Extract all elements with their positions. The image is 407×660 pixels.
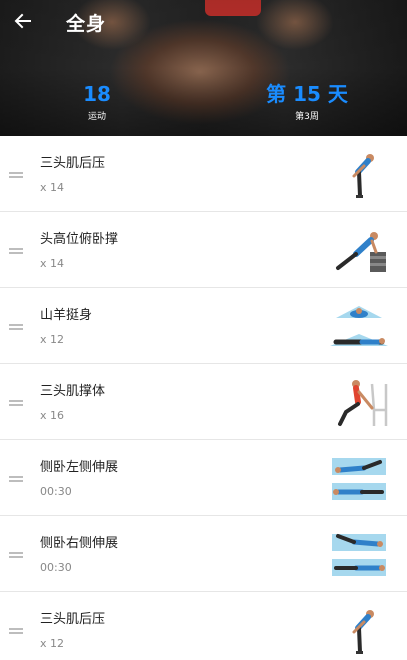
arrow-left-icon	[14, 13, 31, 29]
header-banner: 全身 18 运动 第 15 天 第3周	[0, 0, 407, 136]
exercise-name: 侧卧左侧伸展	[40, 460, 119, 475]
side-stretch-figure-icon	[332, 534, 386, 576]
day-stat: 第 15 天 第3周	[262, 82, 352, 122]
exercise-name: 头高位俯卧撑	[40, 232, 119, 247]
exercise-row[interactable]: 山羊挺身 x 12	[0, 288, 407, 364]
exercise-row[interactable]: 侧卧左侧伸展 00:30	[0, 440, 407, 516]
side-stretch-figure-icon	[332, 458, 386, 500]
exercise-count: x 14	[40, 181, 65, 194]
page-title: 全身	[66, 13, 107, 35]
drag-handle-icon[interactable]	[9, 628, 23, 634]
drag-handle-icon[interactable]	[9, 172, 23, 178]
week-label: 第3周	[295, 112, 319, 122]
exercise-count: x 12	[40, 333, 65, 346]
exercise-row[interactable]: 三头肌后压 x 14	[0, 136, 407, 212]
exercise-row[interactable]: 三头肌后压 x 12	[0, 592, 407, 660]
exercise-count: x 14	[40, 257, 65, 270]
exercise-name: 三头肌后压	[40, 156, 106, 171]
exercise-name: 山羊挺身	[40, 308, 93, 323]
exercise-name: 三头肌后压	[40, 612, 106, 627]
drag-handle-icon[interactable]	[9, 400, 23, 406]
exercise-count: x 12	[40, 637, 65, 650]
exercise-count-label: 运动	[87, 112, 106, 122]
exercise-count: 00:30	[40, 485, 72, 498]
chair-dip-figure-icon	[338, 380, 388, 426]
drag-handle-icon[interactable]	[9, 552, 23, 558]
drag-handle-icon[interactable]	[9, 476, 23, 482]
exercise-name: 侧卧右侧伸展	[40, 536, 119, 551]
standing-bend-figure-icon	[352, 154, 374, 198]
standing-bend-figure-icon	[352, 610, 374, 654]
exercise-row[interactable]: 头高位俯卧撑 x 14	[0, 212, 407, 288]
superman-figure-icon	[330, 306, 388, 346]
exercise-count-value: 18	[83, 82, 111, 106]
incline-pushup-figure-icon	[336, 232, 386, 272]
exercise-count: 00:30	[40, 561, 72, 574]
exercise-list: 三头肌后压 x 14 头高位俯卧撑 x 14 山羊挺身 x 12 三头肌撑体 x…	[0, 136, 407, 660]
exercise-row[interactable]: 三头肌撑体 x 16	[0, 364, 407, 440]
drag-handle-icon[interactable]	[9, 324, 23, 330]
exercise-row[interactable]: 侧卧右侧伸展 00:30	[0, 516, 407, 592]
exercise-count-stat: 18 运动	[72, 82, 122, 122]
exercise-count: x 16	[40, 409, 65, 422]
drag-handle-icon[interactable]	[9, 248, 23, 254]
day-value: 第 15 天	[266, 82, 348, 106]
exercise-name: 三头肌撑体	[40, 384, 106, 399]
back-button[interactable]	[10, 8, 36, 34]
